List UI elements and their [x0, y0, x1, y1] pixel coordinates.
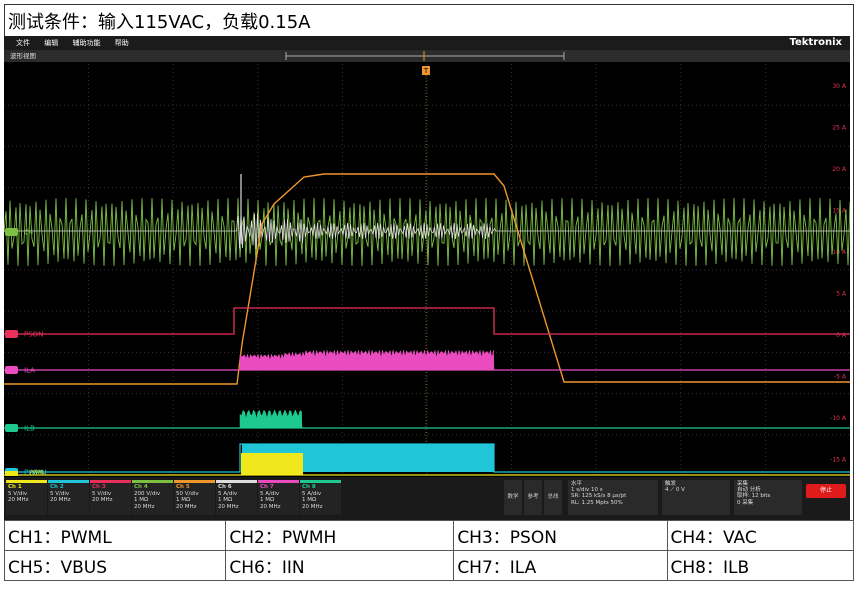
channel-marker [5, 424, 18, 432]
channel-name: Ch 7 [260, 484, 274, 490]
acquire-line-3: 0 采集 [737, 499, 754, 506]
legend-ch7: CH7：ILA [453, 550, 668, 581]
math-button[interactable]: 数学 [504, 480, 522, 515]
channel-marker [5, 228, 18, 236]
trigger-marker-label: T [423, 67, 429, 75]
scale-label: 20 A [832, 166, 847, 173]
channel-setting: 20 MHz [218, 503, 239, 510]
trigger-line-1: 4 ⟋ 0 V [665, 487, 685, 494]
channel-box-8[interactable]: Ch 85 A/div 1 MΩ 20 MHz [300, 480, 341, 515]
channel-setting: 20 MHz [260, 503, 281, 510]
control-bar: 数学 参考 总线 水平 1 s/div 10 s SR: 125 kS/s 8 … [4, 477, 850, 520]
scale-label: -5 A [834, 374, 847, 381]
legend-ch3: CH3：PSON [453, 520, 668, 551]
scale-label: 30 A [832, 83, 847, 90]
ila-burst [239, 349, 495, 371]
trace-label-pson: PSON [24, 331, 43, 339]
scale-label: 0 A [836, 332, 847, 339]
scale-label: 10 A [832, 249, 847, 256]
ilb-burst [239, 409, 303, 429]
legend-ch4: CH4：VAC [666, 520, 855, 551]
bus-button[interactable]: 总线 [544, 480, 562, 515]
channel-box-4[interactable]: Ch 4 200 V/div 1 MΩ 20 MHz [132, 480, 173, 515]
waveform-view-bar: 波形视图 [4, 50, 850, 62]
legend-ch6: CH6：IIN [225, 550, 455, 581]
oscilloscope-screen: 文件 编辑 辅助功能 帮助 Tektronix 波形视图 30 A 25 A 20 … [4, 36, 850, 520]
legend-ch1: CH1：PWML [3, 520, 227, 551]
channel-marker [5, 330, 18, 338]
channel-legend-table: CH1：PWML CH2：PWMH CH3：PSON CH4：VAC CH5：V… [3, 520, 855, 581]
horizontal-panel[interactable]: 水平 1 s/div 10 s SR: 125 kS/s 8 µs/pt RL:… [568, 480, 658, 515]
waveform-plot[interactable]: 30 A25 A20 A15 A10 A5 A0 A-5 A-10 A-15 A… [4, 64, 850, 476]
channel-setting: 20 MHz [8, 497, 29, 504]
channel-name: Ch 5 [176, 484, 190, 490]
scale-label: -15 A [830, 457, 847, 464]
scale-label: 5 A [836, 291, 847, 298]
channel-name: Ch 2 [50, 484, 64, 490]
trigger-panel[interactable]: 触发 4 ⟋ 0 V [662, 480, 730, 515]
menu-help[interactable]: 帮助 [115, 36, 129, 50]
menu-bar: 文件 编辑 辅助功能 帮助 Tektronix [4, 36, 850, 50]
channel-setting: 20 MHz [134, 503, 155, 510]
channel-name: Ch 4 [134, 484, 148, 490]
reference-button[interactable]: 参考 [524, 480, 542, 515]
channel-setting: 20 MHz [50, 497, 71, 504]
position-slider[interactable] [4, 50, 850, 62]
menu-accessibility[interactable]: 辅助功能 [72, 36, 100, 50]
acquire-panel[interactable]: 采集 自动 分析 取样: 12 bits 0 采集 [734, 480, 802, 515]
menu-edit[interactable]: 编辑 [44, 36, 58, 50]
legend-ch8: CH8：ILB [666, 550, 855, 581]
stop-button[interactable]: 停止 [806, 484, 846, 498]
brand-logo: Tektronix [789, 37, 842, 48]
trace-label-ila: ILA [24, 367, 35, 375]
legend-ch5: CH5：VBUS [3, 550, 227, 581]
channel-box-7[interactable]: Ch 75 A/div 1 MΩ 20 MHz [258, 480, 299, 515]
channel-setting: 20 MHz [92, 497, 113, 504]
channel-box-1[interactable]: Ch 15 V/div 20 MHz [6, 480, 47, 515]
trace-label-vac: C4 [24, 229, 34, 237]
channel-name: Ch 6 [218, 484, 232, 490]
scale-label: 25 A [832, 125, 847, 132]
channel-setting: 20 MHz [302, 503, 323, 510]
pwml-block [241, 453, 303, 475]
trace-label-pwml: PWML [30, 470, 45, 476]
legend-row: CH5：VBUS CH6：IIN CH7：ILA CH8：ILB [3, 550, 855, 581]
channel-box-3[interactable]: Ch 35 V/div 20 MHz [90, 480, 131, 515]
channel-name: Ch 1 [8, 484, 22, 490]
legend-ch2: CH2：PWMH [225, 520, 455, 551]
channel-name: Ch 8 [302, 484, 316, 490]
caption: 测试条件：输入115VAC，负载0.15A [8, 12, 311, 33]
trace-label-ilb: ILB [24, 425, 35, 433]
menu-file[interactable]: 文件 [16, 36, 30, 50]
channel-box-2[interactable]: Ch 25 V/div 20 MHz [48, 480, 89, 515]
channel-setting: 20 MHz [176, 503, 197, 510]
channel-marker [5, 471, 18, 476]
legend-row: CH1：PWML CH2：PWMH CH3：PSON CH4：VAC [3, 520, 855, 551]
channel-box-6[interactable]: Ch 65 A/div 1 MΩ 20 MHz [216, 480, 257, 515]
scale-label: -10 A [830, 415, 847, 422]
horizontal-line-3: RL: 1.25 Mpts 50% [571, 499, 623, 506]
channel-marker [5, 366, 18, 374]
channel-box-5[interactable]: Ch 5 50 V/div 1 MΩ 20 MHz [174, 480, 215, 515]
channel-name: Ch 3 [92, 484, 106, 490]
